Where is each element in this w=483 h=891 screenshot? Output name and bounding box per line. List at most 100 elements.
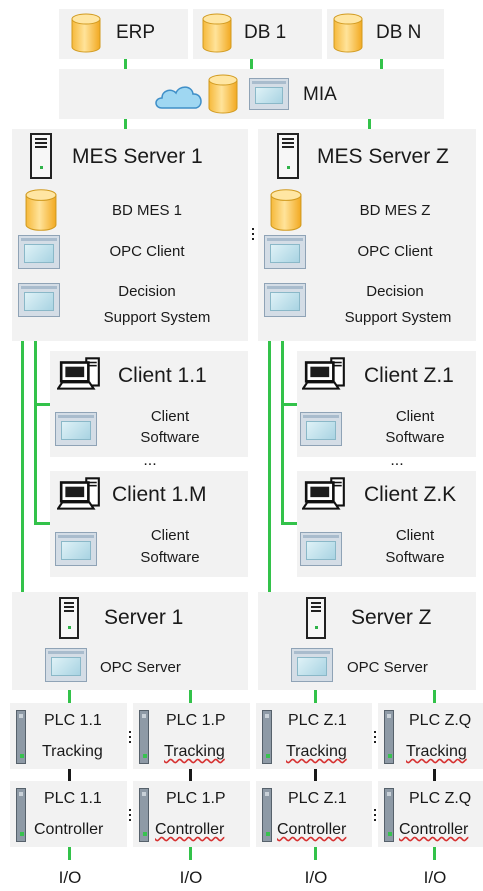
mes-server-z-title: MES Server Z bbox=[317, 145, 449, 168]
link bbox=[34, 522, 50, 525]
database-icon bbox=[25, 188, 57, 232]
computer-icon bbox=[302, 477, 348, 511]
plc-role: Tracking bbox=[406, 743, 467, 760]
client-software-line2: Software bbox=[385, 429, 445, 446]
plc-name: PLC Z.1 bbox=[288, 790, 347, 807]
link bbox=[281, 341, 284, 524]
plc-role: Controller bbox=[155, 821, 225, 838]
database-icon bbox=[71, 13, 101, 53]
client-software-line1: Client bbox=[395, 408, 435, 425]
io-label: I/O bbox=[304, 868, 328, 887]
plc-role: Controller bbox=[34, 821, 104, 838]
server-tower-icon bbox=[30, 133, 52, 179]
server-tower-icon bbox=[59, 597, 79, 639]
dss-label-line1: Decision bbox=[366, 283, 424, 300]
mes-server-1-title: MES Server 1 bbox=[72, 145, 203, 168]
ellipsis-vertical bbox=[129, 731, 132, 746]
window-icon bbox=[18, 283, 60, 317]
plc-icon bbox=[16, 788, 26, 842]
window-icon bbox=[55, 412, 97, 446]
ellipsis-vertical bbox=[129, 809, 132, 824]
plc-role: Tracking bbox=[286, 743, 347, 760]
link bbox=[314, 690, 317, 703]
plc-name: PLC Z.Q bbox=[409, 712, 472, 729]
ellipsis-vertical bbox=[374, 731, 377, 746]
plc-role: Controller bbox=[399, 821, 469, 838]
io-label: I/O bbox=[179, 868, 203, 887]
window-icon bbox=[300, 412, 342, 446]
link bbox=[433, 690, 436, 703]
client-software-line1: Client bbox=[150, 408, 190, 425]
dss-label-line2: Support System bbox=[344, 309, 452, 326]
client-title: Client 1.1 bbox=[118, 364, 207, 387]
link bbox=[314, 769, 317, 781]
link bbox=[189, 769, 192, 781]
link bbox=[281, 403, 297, 406]
ellipsis: ... bbox=[390, 452, 404, 469]
plc-name: PLC 1.1 bbox=[44, 790, 102, 807]
link bbox=[189, 847, 192, 860]
mia-label: MIA bbox=[303, 84, 337, 105]
link bbox=[124, 119, 127, 129]
link bbox=[68, 690, 71, 703]
plc-icon bbox=[262, 788, 272, 842]
db1-label: DB 1 bbox=[244, 22, 287, 43]
plc-icon bbox=[16, 710, 26, 764]
link bbox=[124, 59, 127, 69]
mes-db-label: BD MES 1 bbox=[111, 202, 183, 219]
window-icon bbox=[45, 648, 87, 682]
link bbox=[433, 769, 436, 781]
computer-icon bbox=[57, 357, 103, 391]
link bbox=[314, 847, 317, 860]
plc-name: PLC Z.1 bbox=[288, 712, 347, 729]
link bbox=[21, 341, 24, 592]
plc-name: PLC 1.1 bbox=[44, 712, 102, 729]
window-icon bbox=[55, 532, 97, 566]
link bbox=[68, 769, 71, 781]
window-icon bbox=[264, 235, 306, 269]
io-label: I/O bbox=[423, 868, 447, 887]
plc-role: Tracking bbox=[42, 743, 103, 760]
plc-name: PLC Z.Q bbox=[409, 790, 472, 807]
plc-name: PLC 1.P bbox=[166, 790, 226, 807]
plc-icon bbox=[262, 710, 272, 764]
window-icon bbox=[291, 648, 333, 682]
link bbox=[189, 690, 192, 703]
client-title: Client 1.M bbox=[112, 483, 207, 506]
window-icon bbox=[18, 235, 60, 269]
ellipsis: ... bbox=[143, 452, 157, 469]
erp-label: ERP bbox=[116, 22, 156, 43]
link bbox=[68, 847, 71, 860]
client-software-line2: Software bbox=[140, 429, 200, 446]
client-software-line1: Client bbox=[150, 527, 190, 544]
link bbox=[281, 522, 297, 525]
plc-icon bbox=[139, 788, 149, 842]
ellipsis-vertical bbox=[374, 809, 377, 824]
plc-role: Controller bbox=[277, 821, 347, 838]
plc-icon bbox=[139, 710, 149, 764]
database-icon bbox=[270, 188, 302, 232]
plc-role: Tracking bbox=[164, 743, 225, 760]
plc-icon bbox=[384, 710, 394, 764]
server-tower-icon bbox=[306, 597, 326, 639]
link bbox=[250, 59, 253, 69]
dss-label-line1: Decision bbox=[118, 283, 176, 300]
server-title: Server Z bbox=[351, 606, 432, 629]
database-icon bbox=[202, 13, 232, 53]
opc-server-label: OPC Server bbox=[347, 659, 428, 676]
opc-client-label: OPC Client bbox=[357, 243, 433, 260]
window-icon bbox=[300, 532, 342, 566]
computer-icon bbox=[57, 477, 103, 511]
link bbox=[268, 341, 271, 592]
server-tower-icon bbox=[277, 133, 299, 179]
dss-label-line2: Support System bbox=[103, 309, 211, 326]
plc-icon bbox=[384, 788, 394, 842]
opc-client-label: OPC Client bbox=[109, 243, 185, 260]
client-title: Client Z.K bbox=[364, 483, 457, 506]
database-icon bbox=[208, 74, 238, 114]
link bbox=[34, 403, 50, 406]
mes-db-label: BD MES Z bbox=[359, 202, 431, 219]
link bbox=[433, 847, 436, 860]
cloud-icon bbox=[155, 86, 202, 109]
link bbox=[34, 341, 37, 524]
